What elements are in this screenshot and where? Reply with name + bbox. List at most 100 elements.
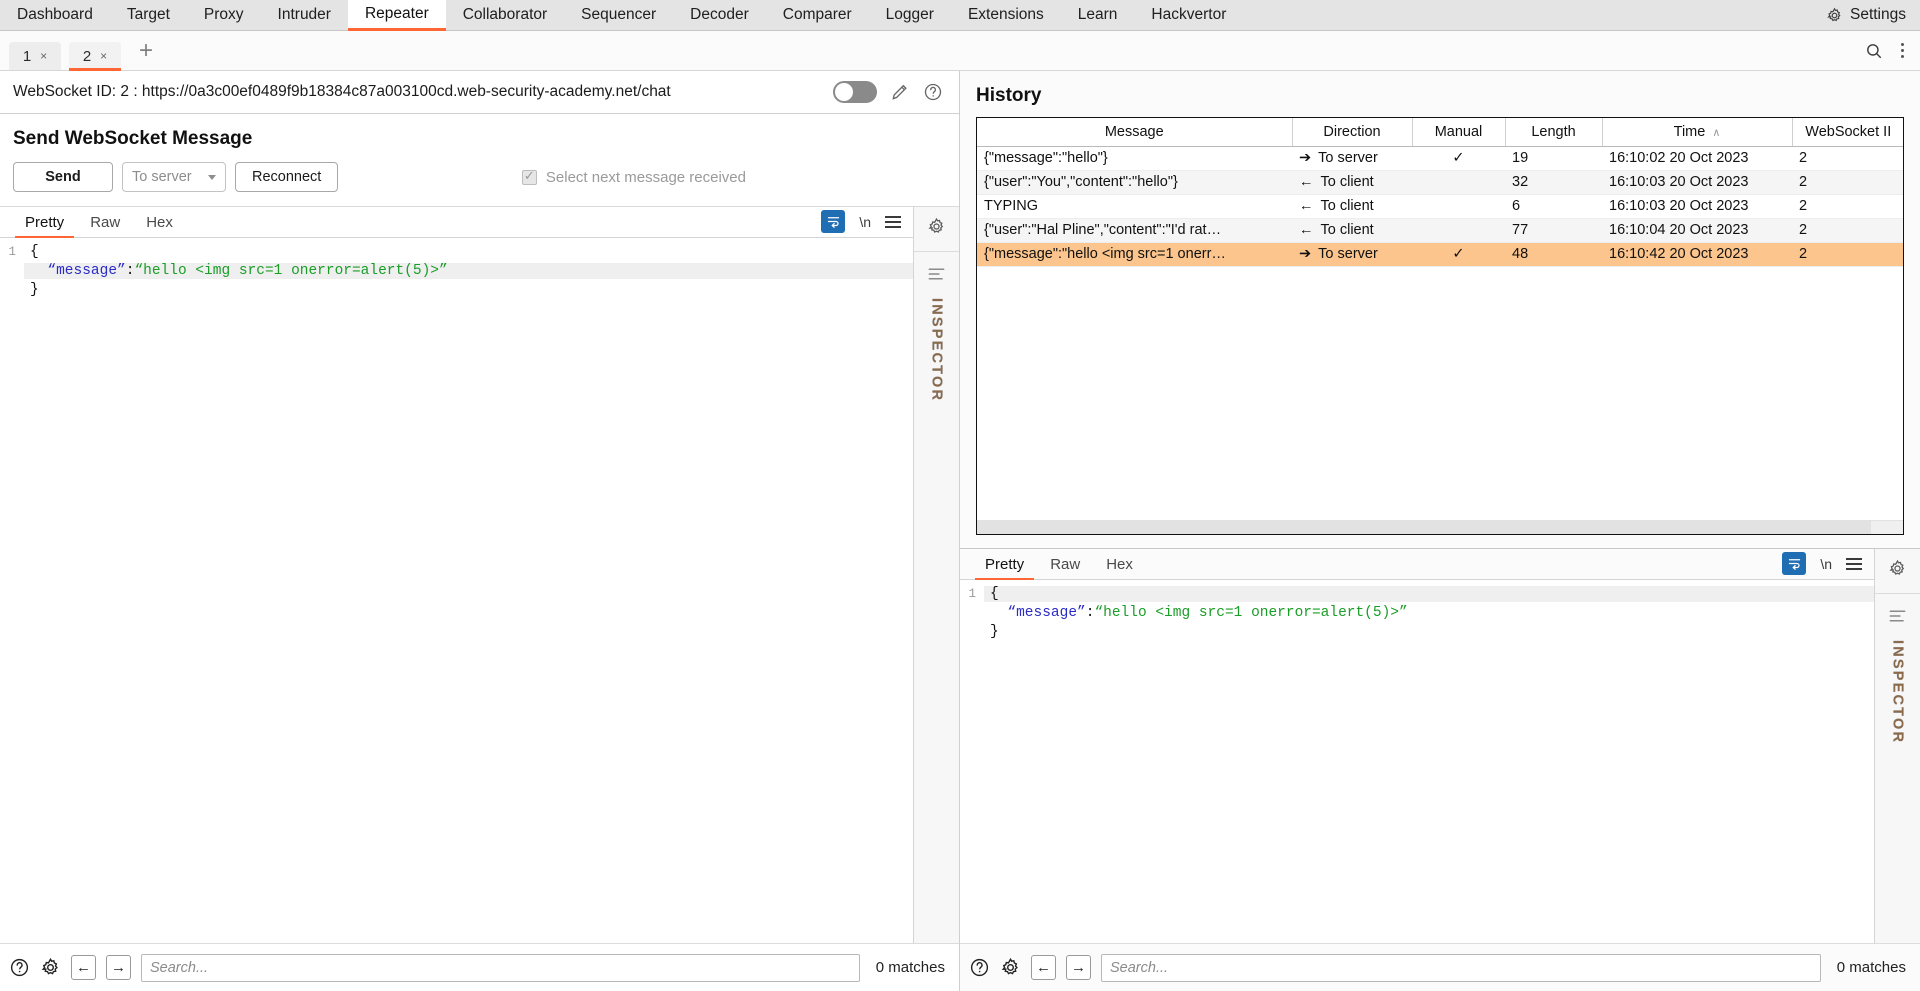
code-text[interactable]: “message”:“hello <img src=1 onerror=aler… <box>24 263 913 279</box>
newline-toggle[interactable]: \n <box>859 214 871 230</box>
request-code-area[interactable]: 1{ “message”:“hello <img src=1 onerror=a… <box>0 238 913 943</box>
close-icon[interactable]: × <box>100 49 107 63</box>
websocket-id-bar: WebSocket ID: 2 : https://0a3c00ef0489f9… <box>0 71 959 114</box>
history-column-header[interactable]: Time∧ <box>1602 118 1792 146</box>
editor-tab-raw[interactable]: Raw <box>1037 556 1093 579</box>
search-icon[interactable] <box>1865 42 1883 60</box>
repeater-tab-1[interactable]: 1× <box>9 42 61 70</box>
editor-tab-raw[interactable]: Raw <box>77 214 133 237</box>
code-text[interactable]: { <box>984 586 1874 602</box>
close-icon[interactable]: × <box>40 49 47 63</box>
select-next-message-checkbox[interactable] <box>522 170 537 185</box>
history-column-header[interactable]: Manual <box>1412 118 1505 146</box>
menu-item-comparer[interactable]: Comparer <box>766 0 869 30</box>
send-button[interactable]: Send <box>13 162 113 192</box>
history-cell-direction: ➔To server <box>1292 146 1412 170</box>
gear-icon[interactable] <box>927 207 946 251</box>
repeater-tab-label: 1 <box>23 48 31 65</box>
history-column-header[interactable]: Message <box>977 118 1292 146</box>
editor-tab-hex[interactable]: Hex <box>1093 556 1146 579</box>
menu-item-hackvertor[interactable]: Hackvertor <box>1134 0 1243 30</box>
question-circle-icon[interactable] <box>9 957 30 978</box>
menu-item-sequencer[interactable]: Sequencer <box>564 0 673 30</box>
arrow-left-icon[interactable]: ← <box>71 955 96 980</box>
history-cell-manual: ✓ <box>1412 146 1505 170</box>
menu-item-decoder[interactable]: Decoder <box>673 0 766 30</box>
gear-icon[interactable] <box>40 957 61 978</box>
request-editor-area: PrettyRawHex \n 1{ “message”:“hello <img… <box>0 206 959 943</box>
history-table-row[interactable]: TYPING←To client616:10:03 20 Oct 20232 <box>977 194 1903 218</box>
direction-select[interactable]: To server <box>122 162 226 192</box>
editor-tab-pretty[interactable]: Pretty <box>12 214 77 237</box>
question-circle-icon[interactable] <box>969 957 990 978</box>
editor-tab-pretty[interactable]: Pretty <box>972 556 1037 579</box>
gear-icon[interactable] <box>1000 957 1021 978</box>
match-count-label: 0 matches <box>1831 959 1906 976</box>
menu-item-proxy[interactable]: Proxy <box>187 0 261 30</box>
new-tab-button[interactable]: + <box>129 39 163 63</box>
websocket-intercept-toggle[interactable] <box>833 81 877 103</box>
history-table-row[interactable]: {"user":"Hal Pline","content":"I'd rat…←… <box>977 218 1903 242</box>
newline-toggle[interactable]: \n <box>1820 556 1832 572</box>
search-input[interactable]: Search... <box>141 954 860 982</box>
main-menu-items: DashboardTargetProxyIntruderRepeaterColl… <box>0 0 1243 30</box>
arrow-left-icon[interactable]: ← <box>1031 955 1056 980</box>
right-inspector-rail: INSPECTOR <box>1874 549 1920 943</box>
code-text[interactable]: “message”:“hello <img src=1 onerror=aler… <box>984 605 1874 621</box>
history-cell-length: 6 <box>1505 194 1602 218</box>
arrow-right-icon[interactable]: → <box>1066 955 1091 980</box>
history-horizontal-scrollbar[interactable] <box>977 520 1903 534</box>
settings-label[interactable]: Settings <box>1850 6 1906 24</box>
code-text[interactable]: { <box>24 244 913 260</box>
repeater-tabs: 1×2× <box>9 31 129 70</box>
gear-icon[interactable] <box>1826 7 1843 24</box>
menu-item-target[interactable]: Target <box>110 0 187 30</box>
code-text[interactable]: } <box>984 624 1874 640</box>
inspector-label[interactable]: INSPECTOR <box>929 298 945 402</box>
history-cell-time: 16:10:04 20 Oct 2023 <box>1602 218 1792 242</box>
hamburger-icon[interactable] <box>1846 558 1862 570</box>
menu-item-extensions[interactable]: Extensions <box>951 0 1061 30</box>
line-number: 1 <box>960 587 984 601</box>
code-token: } <box>990 624 999 640</box>
menubar-right-group: Settings <box>1826 0 1920 30</box>
word-wrap-icon[interactable] <box>1782 552 1806 575</box>
inspector-label[interactable]: INSPECTOR <box>1890 640 1906 744</box>
menu-item-dashboard[interactable]: Dashboard <box>0 0 110 30</box>
menu-item-learn[interactable]: Learn <box>1061 0 1135 30</box>
editor-tab-hex[interactable]: Hex <box>133 214 186 237</box>
code-token: “message” <box>47 263 125 279</box>
history-table-row[interactable]: {"message":"hello <img src=1 onerr…➔To s… <box>977 242 1903 266</box>
repeater-tab-2[interactable]: 2× <box>69 42 121 70</box>
menu-item-repeater[interactable]: Repeater <box>348 0 446 31</box>
inspector-lines-icon[interactable] <box>1888 594 1907 640</box>
kebab-menu-icon[interactable] <box>1901 43 1904 58</box>
menu-item-collaborator[interactable]: Collaborator <box>446 0 564 30</box>
code-token: { <box>30 244 39 260</box>
menu-item-logger[interactable]: Logger <box>869 0 951 30</box>
question-circle-icon[interactable] <box>923 82 943 102</box>
history-table-row[interactable]: {"message":"hello"}➔To server✓1916:10:02… <box>977 146 1903 170</box>
select-next-message-group[interactable]: Select next message received <box>522 169 946 186</box>
code-text[interactable]: } <box>24 282 913 298</box>
chevron-down-icon <box>208 175 216 180</box>
websocket-id-text: WebSocket ID: 2 : https://0a3c00ef0489f9… <box>13 83 671 101</box>
inspector-lines-icon[interactable] <box>927 252 946 298</box>
word-wrap-icon[interactable] <box>821 210 845 233</box>
pencil-icon[interactable] <box>890 82 910 102</box>
history-column-header[interactable]: Direction <box>1292 118 1412 146</box>
search-input[interactable]: Search... <box>1101 954 1821 982</box>
reconnect-button[interactable]: Reconnect <box>235 162 338 192</box>
history-cell-direction: ←To client <box>1292 194 1412 218</box>
response-code-area[interactable]: 1{ “message”:“hello <img src=1 onerror=a… <box>960 580 1874 943</box>
menu-item-intruder[interactable]: Intruder <box>261 0 348 30</box>
history-cell-length: 48 <box>1505 242 1602 266</box>
arrow-right-icon[interactable]: → <box>106 955 131 980</box>
history-column-header[interactable]: WebSocket II <box>1792 118 1903 146</box>
gear-icon[interactable] <box>1888 549 1907 593</box>
history-column-header[interactable]: Length <box>1505 118 1602 146</box>
history-table-row[interactable]: {"user":"You","content":"hello"}←To clie… <box>977 170 1903 194</box>
hamburger-icon[interactable] <box>885 216 901 228</box>
history-table-scroll[interactable]: MessageDirectionManualLengthTime∧WebSock… <box>977 118 1903 520</box>
request-search-bar: ← → Search... 0 matches <box>0 943 959 991</box>
